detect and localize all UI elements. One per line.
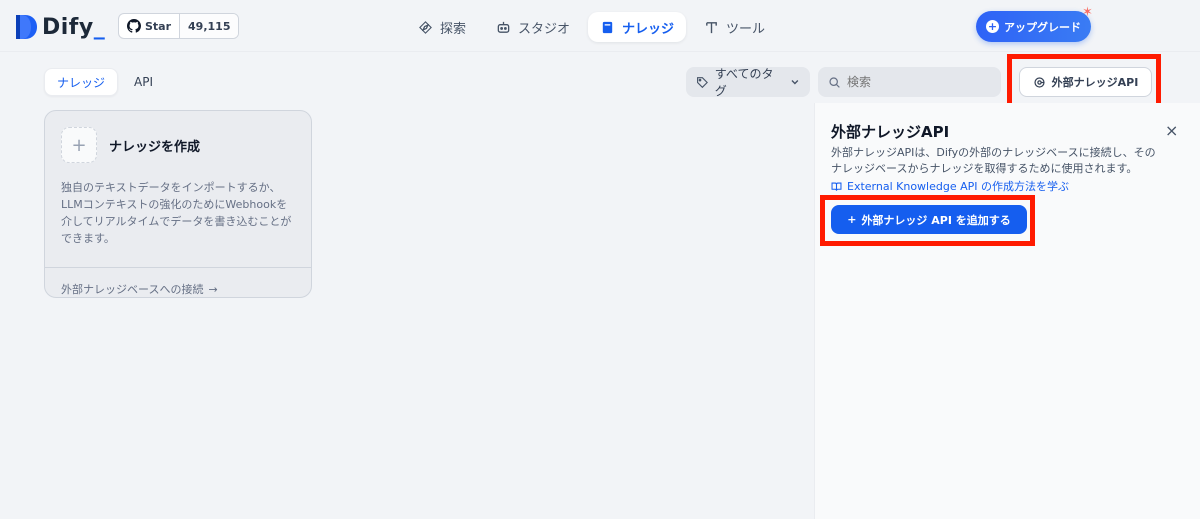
top-header: Dify_ Star 49,115 探索 スタジオ ナレッジ ツール + アップ…	[0, 0, 1200, 52]
tag-filter-label: すべてのタグ	[714, 67, 774, 98]
search-input[interactable]	[847, 75, 987, 89]
upgrade-button[interactable]: + アップグレード	[976, 11, 1091, 42]
add-external-api-label: 外部ナレッジ API を追加する	[861, 213, 1011, 227]
dify-logo-icon	[16, 15, 37, 39]
open-book-icon	[831, 182, 842, 191]
arrow-right-icon: →	[208, 282, 218, 296]
nav-knowledge-label: ナレッジ	[622, 21, 675, 37]
book-icon	[602, 21, 613, 33]
compass-icon	[419, 20, 432, 34]
tab-api[interactable]: API	[122, 68, 165, 96]
create-knowledge-card[interactable]: + ナレッジを作成 独自のテキストデータをインポートするか、LLMコンテキストの…	[44, 110, 312, 298]
external-knowledge-api-button[interactable]: 外部ナレッジAPI	[1019, 67, 1152, 97]
main-nav: 探索 スタジオ ナレッジ ツール	[406, 12, 777, 42]
github-star-count: 49,115	[179, 14, 239, 38]
knowledge-tabs: ナレッジ API	[44, 68, 165, 96]
tag-filter-dropdown[interactable]: すべてのタグ	[686, 67, 810, 98]
robot-icon	[497, 21, 510, 33]
nav-tools-label: ツール	[726, 21, 766, 37]
tag-icon	[697, 76, 708, 88]
create-card-description: 独自のテキストデータをインポートするか、LLMコンテキストの強化のためにWebh…	[61, 181, 292, 245]
learn-external-api-link[interactable]: External Knowledge API の作成方法を学ぶ	[831, 178, 1069, 194]
external-api-panel: 外部ナレッジAPI × 外部ナレッジAPIは、Difyの外部のナレッジベースに接…	[814, 103, 1200, 519]
nav-knowledge[interactable]: ナレッジ	[588, 12, 687, 42]
nav-explore[interactable]: 探索	[406, 12, 478, 42]
search-icon	[829, 76, 840, 88]
learn-link-label: External Knowledge API の作成方法を学ぶ	[847, 180, 1069, 193]
nav-studio[interactable]: スタジオ	[484, 12, 582, 42]
chevron-down-icon	[791, 80, 799, 85]
dify-logo[interactable]: Dify_	[14, 13, 105, 41]
app-root: Dify_ Star 49,115 探索 スタジオ ナレッジ ツール + アップ…	[0, 0, 1200, 519]
plus-icon: +	[61, 127, 97, 163]
close-icon[interactable]: ×	[1165, 121, 1178, 140]
search-box	[818, 67, 1001, 97]
nav-tools[interactable]: ツール	[692, 12, 777, 42]
upgrade-label: アップグレード	[1004, 20, 1081, 34]
github-star-button[interactable]: Star 49,115	[118, 13, 240, 39]
create-card-header: + ナレッジを作成	[45, 111, 311, 163]
tab-knowledge[interactable]: ナレッジ	[44, 68, 119, 96]
connect-external-link[interactable]: 外部ナレッジベースへの接続 →	[45, 268, 311, 297]
hammer-icon	[706, 21, 717, 33]
create-card-title: ナレッジを作成	[109, 139, 201, 155]
add-external-api-button[interactable]: + 外部ナレッジ API を追加する	[831, 205, 1027, 234]
connect-external-label: 外部ナレッジベースへの接続	[61, 283, 204, 296]
external-api-button-label: 外部ナレッジAPI	[1051, 76, 1139, 89]
github-star-text: Star	[145, 19, 172, 33]
api-connection-icon	[1034, 76, 1045, 88]
panel-description: 外部ナレッジAPIは、Difyの外部のナレッジベースに接続し、そのナレッジベース…	[831, 146, 1156, 175]
github-star-label: Star	[119, 14, 179, 38]
panel-title: 外部ナレッジAPI	[831, 123, 950, 141]
sparkle-icon: ✶	[1082, 5, 1093, 20]
nav-explore-label: 探索	[440, 21, 467, 37]
nav-studio-label: スタジオ	[518, 21, 571, 37]
plus-circle-icon: +	[986, 20, 999, 33]
logo-text: Dify_	[42, 14, 106, 40]
github-icon	[127, 19, 141, 33]
plus-icon: +	[847, 213, 857, 226]
